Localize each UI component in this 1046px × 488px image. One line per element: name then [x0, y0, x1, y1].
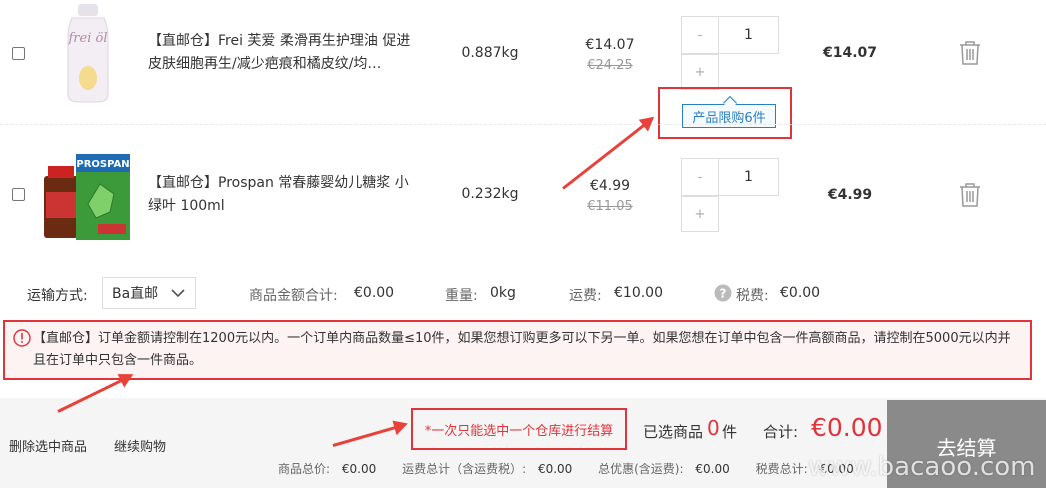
chevron-down-icon — [171, 289, 185, 298]
shipping-method-select[interactable]: Ba直邮 — [102, 277, 196, 309]
tax-value: €0.00 — [780, 285, 821, 301]
watermark: www.bacaoo.com — [808, 452, 1036, 482]
shipping-fee-label: 运费: — [569, 288, 602, 304]
brand-logo-text: frei öl — [68, 31, 108, 46]
trash-icon[interactable] — [959, 41, 981, 65]
ship-total-label: 运费总计（含运费税）: — [402, 462, 527, 476]
goods-sum-value: €0.00 — [341, 462, 377, 476]
product-name[interactable]: 【直邮仓】Prospan 常春藤婴幼儿糖浆 小绿叶 100ml — [148, 172, 418, 218]
qty-input[interactable]: 1 — [718, 158, 779, 196]
notice-text: 【直邮仓】订单金额请控制在1200元以内。一个订单内商品数量≤10件，如果您想订… — [33, 331, 1011, 368]
product-price: €4.99 — [589, 178, 631, 194]
product-image-frei-oil[interactable]: frei öl — [62, 4, 114, 104]
shipping-fee-value: €10.00 — [614, 285, 663, 301]
shipping-method-value: Ba直邮 — [112, 286, 159, 302]
selected-label: 已选商品 — [643, 423, 704, 441]
totals-breakdown: 商品总价: €0.00 运费总计（含运费税）: €0.00 总优惠(含运费): … — [278, 460, 854, 477]
brand-logo-text: PROSPAN — [76, 159, 129, 170]
tax-label: 税费: — [736, 288, 769, 304]
qty-minus-button[interactable]: - — [681, 158, 719, 196]
delete-selected-link[interactable]: 删除选中商品 — [9, 436, 87, 455]
goods-total-value: €0.00 — [354, 285, 395, 301]
goods-sum-label: 商品总价: — [278, 462, 331, 476]
product-price: €14.07 — [585, 37, 635, 53]
warehouse-notice: 【直邮仓】订单金额请控制在1200元以内。一个订单内商品数量≤10件，如果您想订… — [3, 320, 1032, 380]
discount-value: €0.00 — [695, 462, 730, 476]
item-checkbox[interactable] — [12, 188, 25, 201]
trash-icon[interactable] — [959, 183, 981, 207]
item-subtotal: €14.07 — [822, 45, 878, 61]
warehouse-tip: *一次只能选中一个仓库进行结算 — [411, 408, 627, 450]
continue-shopping-link[interactable]: 继续购物 — [114, 436, 166, 455]
svg-text:?: ? — [720, 287, 727, 301]
row-divider — [0, 124, 1046, 125]
question-circle-icon[interactable]: ? — [714, 284, 732, 302]
cart-page: frei öl 【直邮仓】Frei 芙爱 柔滑再生护理油 促进皮肤细胞再生/减少… — [0, 0, 1046, 488]
selected-count: 0 — [707, 416, 720, 440]
product-weight: 0.232kg — [461, 186, 519, 202]
ship-total-value: €0.00 — [537, 462, 573, 476]
item-subtotal: €4.99 — [827, 187, 873, 203]
product-image-prospan[interactable]: PROSPAN — [40, 148, 132, 242]
discount-label: 总优惠(含运费): — [598, 462, 684, 476]
item-checkbox[interactable] — [12, 47, 25, 60]
qty-minus-button[interactable]: - — [681, 16, 719, 54]
goods-total-label: 商品金额合计: — [249, 288, 338, 304]
shipping-method-label: 运输方式: — [27, 288, 88, 304]
product-original-price: €11.05 — [587, 199, 633, 214]
selected-unit: 件 — [722, 423, 738, 441]
total-value: €0.00 — [811, 413, 883, 442]
total-label: 合计: — [763, 423, 799, 441]
qty-plus-button[interactable]: + — [681, 196, 719, 232]
qty-input[interactable]: 1 — [718, 16, 779, 54]
alert-circle-icon — [13, 329, 31, 347]
weight-value: 0kg — [490, 285, 516, 301]
product-original-price: €24.25 — [587, 58, 633, 73]
shipping-summary-row: 运输方式: Ba直邮 商品金额合计: €0.00 重量: 0kg 运费: €10… — [0, 277, 1046, 311]
weight-label: 重量: — [445, 288, 478, 304]
product-weight: 0.887kg — [461, 45, 519, 61]
tax-total-label: 税费总计: — [755, 462, 808, 476]
qty-plus-button[interactable]: + — [681, 54, 719, 90]
product-name[interactable]: 【直邮仓】Frei 芙爱 柔滑再生护理油 促进皮肤细胞再生/减少疤痕和橘皮纹/均… — [148, 30, 418, 76]
